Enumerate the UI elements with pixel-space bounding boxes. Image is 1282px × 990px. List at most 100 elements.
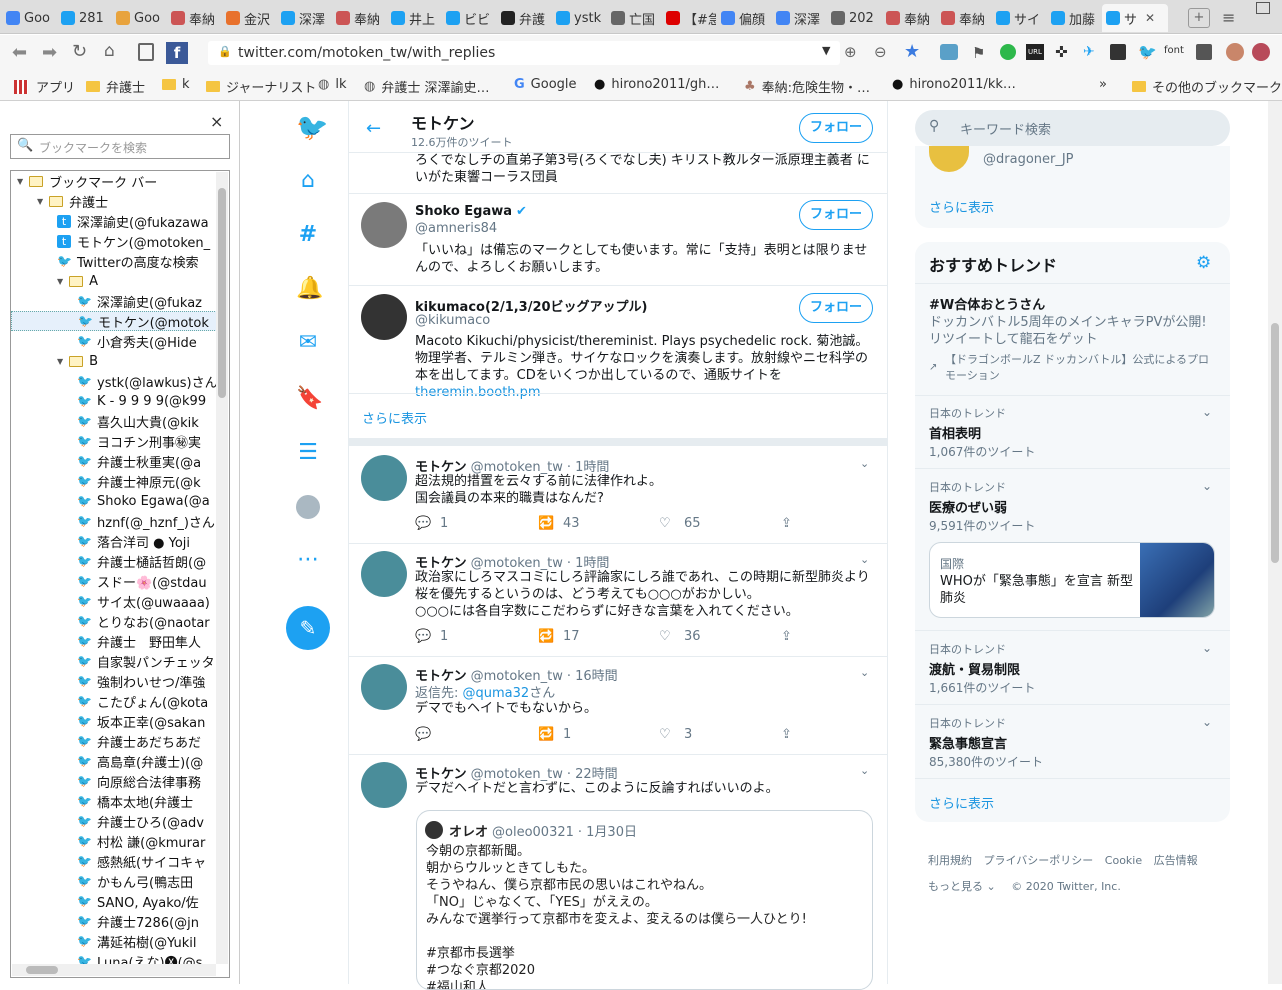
footer-link-ads[interactable]: 広告情報: [1154, 854, 1198, 867]
tree-bookmark[interactable]: t モトケン(@motoken_: [57, 231, 210, 251]
avatar[interactable]: [361, 202, 407, 248]
zoom-in-icon[interactable]: ⊕: [844, 43, 857, 61]
tree-bookmark[interactable]: 🐦 SANO, Ayako/佐: [77, 891, 199, 911]
tree-folder[interactable]: ▼ A: [57, 271, 98, 291]
expand-arrow-icon[interactable]: ▼: [37, 197, 43, 206]
tree-bookmark[interactable]: 🐦 hznf(@_hznf_)さん: [77, 511, 215, 531]
twitter-ext-icon[interactable]: 🐦: [1138, 43, 1157, 61]
share-icon[interactable]: ⇪: [781, 727, 792, 742]
tree-bookmark[interactable]: 🐦 K - 9 9 9 9(@k99: [77, 391, 206, 411]
tab[interactable]: 奉納: [332, 4, 386, 32]
tab[interactable]: Goo: [112, 4, 166, 32]
bm-item-google[interactable]: G Google: [514, 77, 577, 92]
tree-folder[interactable]: ▼ ブックマーク バー: [17, 171, 157, 191]
twitter-search-input[interactable]: ⚲ キーワード検索: [915, 110, 1230, 146]
like-icon[interactable]: ♡: [659, 516, 671, 531]
tree-bookmark[interactable]: 🐦 喜久山大貴(@kik: [77, 411, 199, 431]
promoted-trend-name[interactable]: #W合体おとうさん: [929, 294, 1045, 313]
back-icon[interactable]: ⬅: [12, 42, 27, 63]
tree-bookmark[interactable]: 🐦 弁護士ひろ(@adv: [77, 811, 204, 831]
url-dropdown-icon[interactable]: ▼: [822, 44, 830, 57]
retweet-icon[interactable]: 🔁: [538, 516, 554, 531]
new-tab-button[interactable]: +: [1188, 8, 1210, 28]
tree-folder[interactable]: ▼ B: [57, 351, 98, 371]
evernote-icon[interactable]: [1000, 44, 1016, 60]
twitter-logo-icon[interactable]: 🐦: [296, 115, 328, 141]
tree-bookmark[interactable]: 🐦 かもん弓(鴨志田: [77, 871, 193, 891]
chevron-down-icon[interactable]: ⌄: [860, 764, 869, 777]
home-icon[interactable]: ⌂: [104, 41, 115, 61]
avatar[interactable]: [361, 455, 407, 501]
show-more-link[interactable]: さらに表示: [362, 408, 427, 427]
tree-bookmark[interactable]: 🐦 スドー🌸(@stdau: [77, 571, 207, 591]
bookmarks-icon[interactable]: [138, 43, 154, 61]
tree-bookmark[interactable]: 🐦 向原総合法律事務: [77, 771, 201, 791]
tree-bookmark[interactable]: 🐦 弁護士樋話哲朗(@: [77, 551, 206, 571]
bm-item-journalist[interactable]: ジャーナリスト: [206, 77, 316, 96]
tab-list-icon[interactable]: ≡: [1222, 8, 1235, 27]
tab[interactable]: ystk: [552, 4, 606, 32]
home-icon[interactable]: ⌂: [296, 169, 320, 193]
tree-bookmark[interactable]: 🐦 感熱紙(サイコキャ: [77, 851, 206, 871]
tab[interactable]: 奉納: [167, 4, 221, 32]
tree-bookmark[interactable]: 🐦 落合洋司 ● Yoji: [77, 531, 190, 551]
tab-active[interactable]: サ ✕: [1102, 4, 1168, 32]
expand-arrow-icon[interactable]: ▼: [57, 357, 63, 366]
bm-item-fukazawa[interactable]: ◍ 弁護士 深澤諭史…: [364, 77, 489, 96]
bookmark-search-input[interactable]: 🔍 ブックマークを検索: [10, 134, 230, 159]
reply-icon[interactable]: 💬: [415, 629, 431, 644]
tree-bookmark[interactable]: 🐦 深澤諭史(@fukaz: [77, 291, 202, 311]
footer-more-button[interactable]: もっと見る ⌄: [928, 880, 996, 893]
chevron-down-icon[interactable]: ⌄: [860, 457, 869, 470]
zoom-out-icon[interactable]: ⊖: [874, 43, 887, 61]
bm-item-hounou[interactable]: ♣ 奉納:危険生物・…: [744, 77, 870, 96]
expand-arrow-icon[interactable]: ▼: [57, 277, 63, 286]
messages-icon[interactable]: ✉: [296, 331, 320, 355]
reload-icon[interactable]: ↻: [72, 41, 87, 62]
back-arrow-icon[interactable]: ←: [366, 118, 381, 139]
reply-icon[interactable]: 💬: [415, 516, 431, 531]
chevron-down-icon[interactable]: ⌄: [860, 666, 869, 679]
profile2-avatar-icon[interactable]: [1252, 43, 1270, 61]
follow-button[interactable]: フォロー: [799, 200, 873, 230]
bookmarks-nav-icon[interactable]: 🔖: [296, 387, 323, 411]
tree-scrollbar-thumb[interactable]: [218, 188, 226, 398]
tab[interactable]: 深澤: [772, 4, 826, 32]
avatar[interactable]: [361, 762, 407, 808]
share-icon[interactable]: ⇪: [781, 629, 792, 644]
close-icon[interactable]: ×: [210, 112, 223, 131]
tree-bookmark[interactable]: 🐦 ystk(@lawkus)さん: [77, 371, 218, 391]
quoted-tweet[interactable]: オレオ @oleo00321 · 1月30日 今朝の京都新聞。 朝からウルッときてし…: [416, 810, 873, 990]
facebook-icon[interactable]: f: [166, 42, 188, 64]
tree-bookmark[interactable]: 🐦 とりなお(@naotar: [77, 611, 210, 631]
tab[interactable]: 深澤: [277, 4, 331, 32]
tab[interactable]: 金沢: [222, 4, 276, 32]
extension-icon[interactable]: [940, 44, 958, 60]
bookmark-ext-icon[interactable]: ⚑: [972, 44, 985, 62]
ext-dark-icon[interactable]: [1110, 44, 1126, 60]
tree-bookmark[interactable]: 🐦 坂本正幸(@sakan: [77, 711, 205, 731]
ext-gray-icon[interactable]: [1196, 44, 1212, 60]
tree-bookmark[interactable]: 🐦 弁護士秋重実(@a: [77, 451, 201, 471]
tab[interactable]: サイ: [992, 4, 1046, 32]
like-icon[interactable]: ♡: [659, 727, 671, 742]
tree-bookmark[interactable]: 🐦 Twitterの高度な検索: [57, 251, 199, 271]
tree-bookmark[interactable]: 🐦 ヨコチン刑事㊙実: [77, 431, 201, 451]
tree-bookmark[interactable]: 🐦 こたぴょん(@kota: [77, 691, 208, 711]
tab[interactable]: 亡国: [607, 4, 661, 32]
trend-news-card[interactable]: 国際 WHOが「緊急事態」を宣言 新型肺炎: [929, 542, 1215, 618]
tab[interactable]: 【#急: [662, 4, 716, 32]
tab-close-icon[interactable]: ✕: [1145, 11, 1155, 25]
tree-bookmark[interactable]: 🐦 Shoko Egawa(@a: [77, 491, 210, 511]
tree-folder[interactable]: ▼ 弁護士: [37, 191, 108, 211]
url-ext-icon[interactable]: URL: [1026, 44, 1044, 60]
tab[interactable]: 奉納: [937, 4, 991, 32]
bm-item-k[interactable]: k: [162, 77, 190, 92]
expand-arrow-icon[interactable]: ▼: [17, 177, 23, 186]
explore-icon[interactable]: #: [296, 223, 320, 247]
wtf-show-more[interactable]: さらに表示: [929, 197, 994, 216]
tab[interactable]: 弁護: [497, 4, 551, 32]
profile-icon[interactable]: [296, 495, 320, 519]
profile-avatar-icon[interactable]: [1226, 43, 1244, 61]
tree-scrollbar[interactable]: [216, 172, 228, 964]
